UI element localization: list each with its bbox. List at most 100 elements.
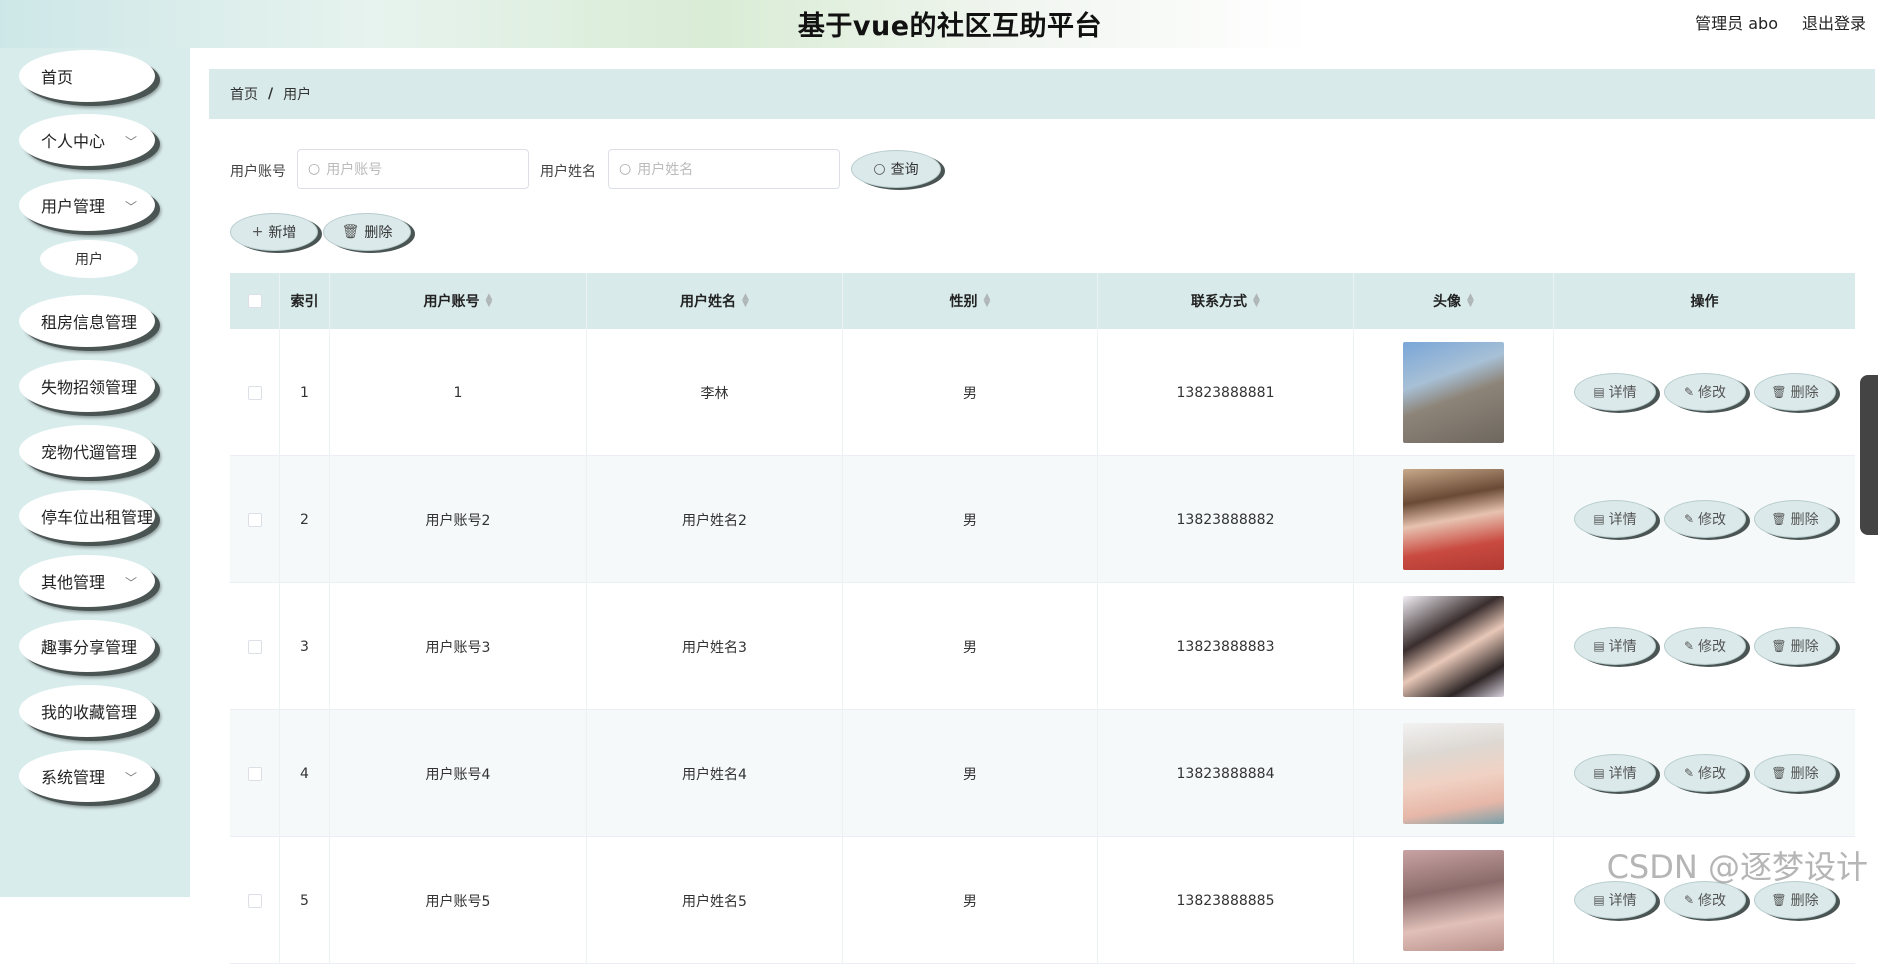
cell-phone: 13823888881: [1098, 329, 1354, 456]
sidebar-item-fun-sharing[interactable]: 趣事分享管理: [19, 620, 155, 672]
pencil-icon: ✎: [1683, 766, 1695, 780]
sidebar-item-pet-walking[interactable]: 宠物代遛管理: [19, 425, 155, 477]
detail-button[interactable]: ▤ 详情: [1574, 754, 1656, 792]
cell-name: 用户姓名5: [587, 837, 843, 964]
sort-icon[interactable]: ▲ ▼: [742, 293, 749, 309]
table-row: 4 用户账号4 用户姓名4 男 13823888884 ▤ 详情 ✎ 修改 🗑 删除: [230, 710, 1855, 837]
row-checkbox[interactable]: [247, 766, 262, 781]
delete-button[interactable]: 🗑 删除: [1754, 373, 1836, 411]
delete-label: 删除: [1790, 766, 1819, 782]
delete-button[interactable]: 🗑 删除: [1754, 754, 1836, 792]
avatar[interactable]: [1403, 850, 1504, 951]
row-select-cell: [230, 837, 280, 964]
delete-button[interactable]: 🗑 删除: [1754, 500, 1836, 538]
sidebar-item-label: 宠物代遛管理: [41, 443, 138, 462]
header-label: 性别: [949, 294, 978, 310]
row-checkbox[interactable]: [247, 893, 262, 908]
sort-icon[interactable]: ▲ ▼: [1253, 293, 1260, 309]
admin-user-label: 管理员 abo: [1695, 14, 1778, 33]
sidebar-item-label: 停车位出租管理: [41, 508, 154, 527]
cell-account: 用户账号4: [330, 710, 587, 837]
table-row: 3 用户账号3 用户姓名3 男 13823888883 ▤ 详情 ✎ 修改 🗑 删除: [230, 583, 1855, 710]
detail-label: 详情: [1608, 893, 1637, 909]
sidebar-subitem-users[interactable]: 用户: [40, 240, 138, 278]
header-phone[interactable]: 联系方式 ▲ ▼: [1098, 273, 1354, 329]
header-label: 头像: [1433, 294, 1462, 310]
account-search-input[interactable]: ○ 用户账号: [297, 149, 529, 189]
sidebar-item-lost-found[interactable]: 失物招领管理: [19, 360, 155, 412]
cell-phone: 13823888884: [1098, 710, 1354, 837]
row-select-cell: [230, 456, 280, 583]
plus-icon: +: [251, 224, 264, 240]
trash-icon: 🗑: [341, 224, 360, 240]
sort-icon[interactable]: ▲ ▼: [1467, 293, 1474, 309]
name-search-input[interactable]: ○ 用户姓名: [608, 149, 840, 189]
document-icon: ▤: [1593, 512, 1605, 526]
header-index: 索引: [280, 273, 330, 329]
trash-icon: 🗑: [1771, 766, 1787, 780]
sidebar-item-home[interactable]: 首页: [19, 50, 155, 102]
row-checkbox[interactable]: [247, 385, 262, 400]
sidebar-item-rental-info[interactable]: 租房信息管理: [19, 295, 155, 347]
sidebar-item-user-management[interactable]: 用户管理 ﹀: [19, 179, 155, 231]
avatar[interactable]: [1403, 723, 1504, 824]
header-gender[interactable]: 性别 ▲ ▼: [843, 273, 1098, 329]
header-label: 索引: [290, 294, 319, 310]
edit-button[interactable]: ✎ 修改: [1664, 500, 1746, 538]
chevron-down-icon: ﹀: [124, 771, 137, 785]
cell-account: 用户账号3: [330, 583, 587, 710]
sidebar-item-parking-rental[interactable]: 停车位出租管理: [19, 490, 155, 542]
sidebar: 首页 个人中心 ﹀ 用户管理 ﹀ 用户 租房信息管理 失物招领管理 宠物代遛管理…: [0, 48, 190, 897]
sidebar-item-other[interactable]: 其他管理 ﹀: [19, 555, 155, 607]
select-all-checkbox[interactable]: [247, 294, 262, 308]
avatar[interactable]: [1403, 342, 1504, 443]
header-account[interactable]: 用户账号 ▲ ▼: [330, 273, 587, 329]
cell-operations: ▤ 详情 ✎ 修改 🗑 删除: [1554, 456, 1855, 583]
logout-link[interactable]: 退出登录: [1802, 10, 1866, 34]
cell-name: 李林: [587, 329, 843, 456]
avatar[interactable]: [1403, 596, 1504, 697]
detail-label: 详情: [1608, 639, 1637, 655]
sidebar-item-label: 我的收藏管理: [41, 703, 138, 722]
detail-button[interactable]: ▤ 详情: [1574, 500, 1656, 538]
sidebar-item-system[interactable]: 系统管理 ﹀: [19, 750, 155, 802]
breadcrumb-home[interactable]: 首页: [230, 84, 258, 104]
edit-label: 修改: [1698, 893, 1727, 909]
breadcrumb-current: 用户: [283, 87, 312, 103]
detail-button[interactable]: ▤ 详情: [1574, 627, 1656, 665]
trash-icon: 🗑: [1771, 512, 1787, 526]
select-all-cell: [230, 273, 280, 329]
batch-delete-button[interactable]: 🗑 删除: [323, 213, 411, 251]
detail-button[interactable]: ▤ 详情: [1574, 373, 1656, 411]
sidebar-item-label: 趣事分享管理: [41, 638, 138, 657]
header-label: 操作: [1690, 294, 1719, 310]
row-checkbox[interactable]: [247, 512, 262, 527]
sort-icon[interactable]: ▲ ▼: [486, 293, 493, 309]
edit-button[interactable]: ✎ 修改: [1664, 754, 1746, 792]
edit-button[interactable]: ✎ 修改: [1664, 373, 1746, 411]
floating-side-toolbar[interactable]: [1860, 375, 1878, 535]
document-icon: ▤: [1593, 385, 1605, 399]
edit-button[interactable]: ✎ 修改: [1664, 627, 1746, 665]
cell-operations: ▤ 详情 ✎ 修改 🗑 删除: [1554, 329, 1855, 456]
edit-label: 修改: [1698, 512, 1727, 528]
add-button[interactable]: + 新增: [230, 213, 318, 251]
sidebar-item-favorites[interactable]: 我的收藏管理: [19, 685, 155, 737]
delete-button[interactable]: 🗑 删除: [1754, 627, 1836, 665]
header-name[interactable]: 用户姓名 ▲ ▼: [587, 273, 843, 329]
edit-label: 修改: [1698, 385, 1727, 401]
sidebar-item-label: 其他管理: [41, 573, 106, 592]
cell-account: 用户账号5: [330, 837, 587, 964]
avatar[interactable]: [1403, 469, 1504, 570]
delete-label: 删除: [1790, 512, 1819, 528]
header-avatar[interactable]: 头像 ▲ ▼: [1354, 273, 1554, 329]
header-label: 联系方式: [1191, 294, 1248, 310]
batch-delete-label: 删除: [364, 225, 393, 241]
sort-icon[interactable]: ▲ ▼: [984, 293, 991, 309]
row-checkbox[interactable]: [247, 639, 262, 654]
sidebar-item-personal-center[interactable]: 个人中心 ﹀: [19, 114, 155, 166]
query-button[interactable]: ○ 查询: [851, 150, 941, 188]
trash-icon: 🗑: [1771, 893, 1787, 907]
cell-gender: 男: [843, 837, 1098, 964]
account-search-label: 用户账号: [230, 164, 286, 180]
